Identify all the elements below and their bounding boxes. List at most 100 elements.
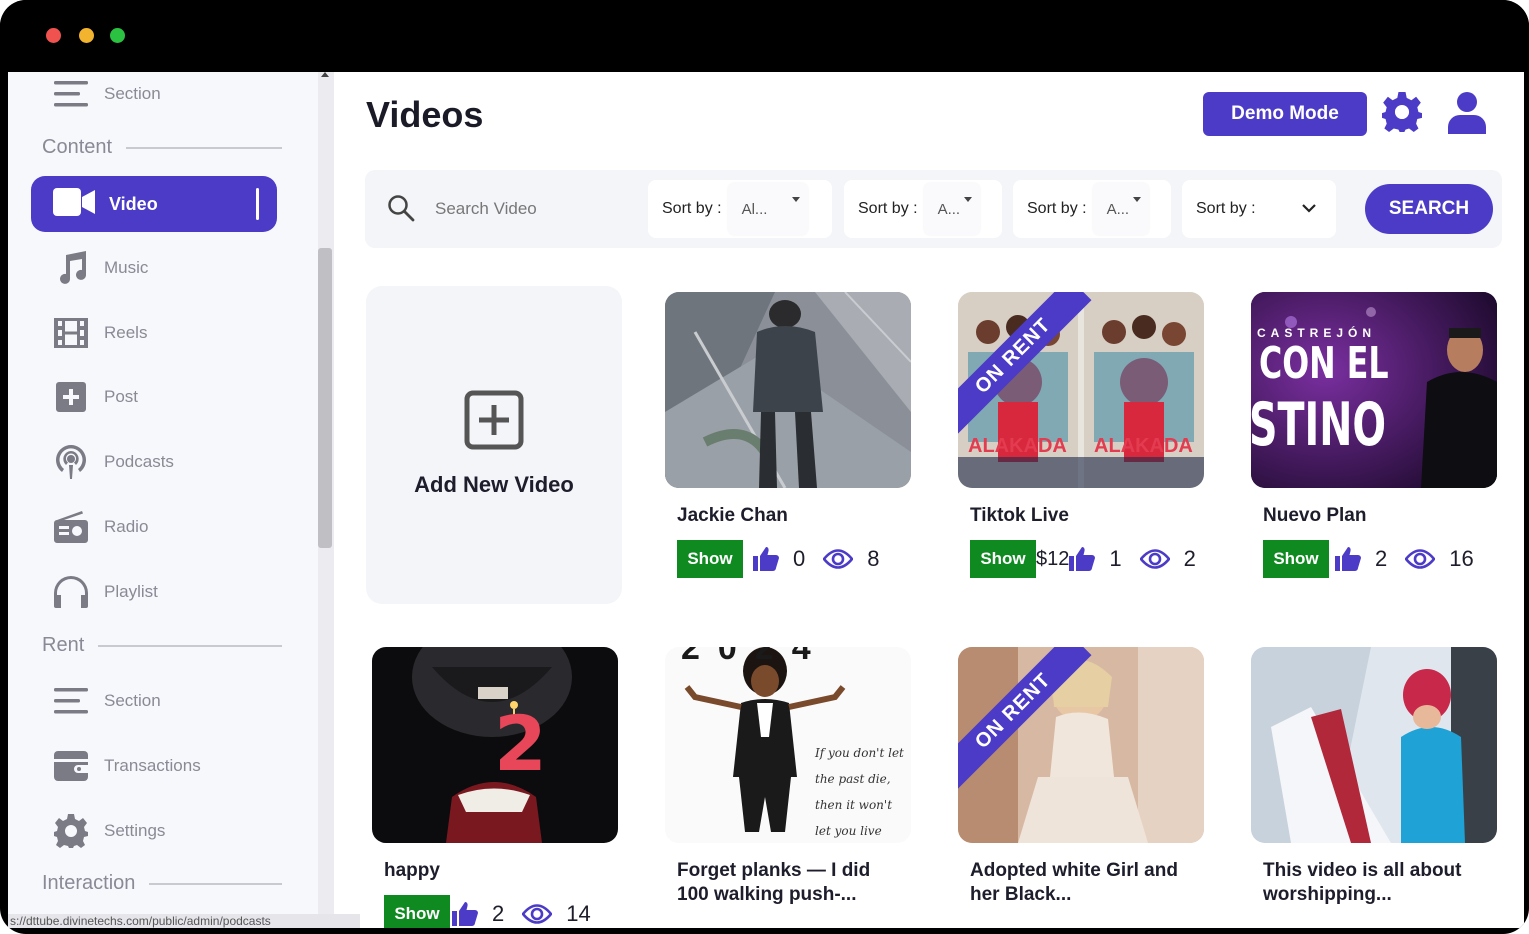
video-thumbnail[interactable] bbox=[665, 292, 911, 488]
video-stats: Show 0 8 bbox=[677, 540, 898, 578]
chevron-down-icon bbox=[1302, 200, 1316, 218]
sort-value: Al... bbox=[741, 200, 768, 218]
user-profile-icon[interactable] bbox=[1448, 92, 1490, 136]
group-title-rent: Rent bbox=[42, 634, 282, 657]
svg-text:then it won't: then it won't bbox=[815, 798, 892, 812]
divider bbox=[149, 882, 282, 885]
group-title-interaction: Interaction bbox=[42, 872, 282, 895]
group-label: Rent bbox=[42, 634, 85, 656]
thumbs-up-icon bbox=[753, 547, 779, 571]
page-title: Videos bbox=[366, 94, 484, 135]
sort-filter-2[interactable]: Sort by : A... bbox=[844, 180, 1002, 238]
video-title: This video is all about worshipping... bbox=[1263, 860, 1462, 905]
sort-label: Sort by : bbox=[858, 200, 918, 217]
eye-icon bbox=[1139, 548, 1170, 570]
title-bar bbox=[0, 0, 1529, 72]
close-window-button[interactable] bbox=[46, 28, 61, 43]
film-icon bbox=[52, 314, 90, 352]
sort-select[interactable]: A... bbox=[923, 183, 980, 235]
status-url: s://dttube.divinetechs.com/public/admin/… bbox=[8, 914, 360, 928]
thumbs-up-icon bbox=[1335, 547, 1361, 571]
menu-icon bbox=[52, 75, 90, 113]
sidebar-item-label: Transactions bbox=[104, 756, 201, 775]
divider bbox=[98, 644, 282, 647]
svg-text:let you live: let you live bbox=[815, 824, 882, 838]
sidebar-item-settings[interactable]: Settings bbox=[52, 809, 165, 853]
active-indicator bbox=[256, 188, 259, 220]
show-button[interactable]: Show bbox=[677, 540, 743, 578]
sidebar-item-radio[interactable]: Radio bbox=[52, 505, 148, 549]
svg-text:ALAKADA: ALAKADA bbox=[1094, 435, 1193, 457]
add-new-video-card[interactable] bbox=[366, 286, 622, 604]
sidebar-item-music[interactable]: Music bbox=[52, 246, 148, 290]
video-title: happy bbox=[384, 860, 440, 881]
sort-value: A... bbox=[937, 200, 961, 218]
sidebar-item-podcasts[interactable]: Podcasts bbox=[52, 440, 174, 484]
zoom-window-button[interactable] bbox=[110, 28, 125, 43]
sidebar-item-label: Music bbox=[104, 258, 149, 277]
video-title: Forget planks — I did 100 walking push-.… bbox=[677, 860, 871, 905]
sidebar-item-rent-section[interactable]: Section bbox=[52, 679, 161, 723]
add-new-video-label: Add New Video bbox=[414, 472, 574, 497]
video-stats: Show 2 14 bbox=[384, 895, 609, 928]
sort-label: Sort by : bbox=[1027, 200, 1087, 217]
app-screen: Section Content Video Music Reels Post P… bbox=[8, 72, 1524, 928]
sidebar-item-post[interactable]: Post bbox=[52, 375, 138, 419]
group-title-content: Content bbox=[42, 136, 282, 159]
video-thumbnail[interactable] bbox=[1251, 647, 1497, 843]
sort-filter-4[interactable]: Sort by : bbox=[1182, 180, 1336, 238]
video-title: Tiktok Live bbox=[970, 505, 1069, 526]
sidebar-item-reels[interactable]: Reels bbox=[52, 311, 147, 355]
sort-select[interactable]: A... bbox=[1092, 183, 1149, 235]
search-icon bbox=[387, 194, 415, 227]
minimize-window-button[interactable] bbox=[79, 28, 94, 43]
wallet-icon bbox=[52, 747, 90, 785]
sidebar-item-transactions[interactable]: Transactions bbox=[52, 744, 201, 788]
sidebar-item-label: Section bbox=[104, 84, 161, 103]
like-count: 0 bbox=[793, 546, 806, 571]
video-thumbnail[interactable]: If you don't let the past die, then it w… bbox=[665, 647, 911, 843]
thumbnail-text: STINO bbox=[1251, 390, 1387, 460]
sidebar-scroll-thumb[interactable] bbox=[318, 248, 332, 548]
group-label: Content bbox=[42, 136, 113, 158]
video-thumbnail[interactable]: CASTREJÓN CON EL STINO bbox=[1251, 292, 1497, 488]
demo-mode-button[interactable]: Demo Mode bbox=[1203, 92, 1367, 136]
eye-icon bbox=[823, 548, 854, 570]
headphones-icon bbox=[52, 573, 90, 611]
sidebar-item-playlist[interactable]: Playlist bbox=[52, 570, 158, 614]
thumbnail-text: 2024 bbox=[681, 647, 829, 667]
divider bbox=[126, 146, 282, 149]
filter-bar: Sort by : Al... Sort by : A... Sort by :… bbox=[365, 170, 1502, 248]
video-thumbnail[interactable]: 2 bbox=[372, 647, 618, 843]
dropdown-arrow-icon bbox=[963, 197, 972, 202]
sidebar-item-video[interactable]: Video bbox=[31, 176, 277, 232]
search-input[interactable] bbox=[435, 192, 635, 226]
sidebar-item-label: Podcasts bbox=[104, 452, 174, 471]
svg-text:ALAKADA: ALAKADA bbox=[968, 435, 1067, 457]
show-button[interactable]: Show bbox=[970, 540, 1036, 578]
scroll-up-arrow-icon[interactable] bbox=[321, 72, 329, 77]
search-button[interactable]: SEARCH bbox=[1365, 184, 1493, 234]
sidebar-item-section[interactable]: Section bbox=[52, 72, 161, 116]
podcast-icon bbox=[52, 443, 90, 481]
rent-price: $12 bbox=[1036, 547, 1070, 570]
show-button[interactable]: Show bbox=[1263, 540, 1329, 578]
sidebar-item-label: Reels bbox=[104, 323, 148, 342]
sort-select[interactable]: Al... bbox=[727, 183, 808, 235]
settings-gear-icon[interactable] bbox=[1382, 92, 1424, 134]
sidebar-item-label: Video bbox=[109, 193, 158, 214]
sort-label: Sort by : bbox=[662, 200, 722, 217]
add-square-icon bbox=[464, 390, 524, 455]
sidebar-item-label: Post bbox=[104, 387, 139, 406]
video-thumbnail[interactable]: ALAKADA ALAKADA ON RENT bbox=[958, 292, 1204, 488]
group-label: Interaction bbox=[42, 872, 136, 894]
sort-filter-3[interactable]: Sort by : A... bbox=[1013, 180, 1171, 238]
thumbnail-text: 2 bbox=[494, 699, 547, 788]
eye-icon bbox=[522, 903, 553, 925]
sort-filter-1[interactable]: Sort by : Al... bbox=[648, 180, 832, 238]
video-title: Adopted white Girl and her Black... bbox=[970, 860, 1178, 905]
radio-icon bbox=[52, 508, 90, 546]
show-button[interactable]: Show bbox=[384, 895, 450, 928]
video-title: Nuevo Plan bbox=[1263, 505, 1367, 526]
video-thumbnail[interactable]: ON RENT bbox=[958, 647, 1204, 843]
